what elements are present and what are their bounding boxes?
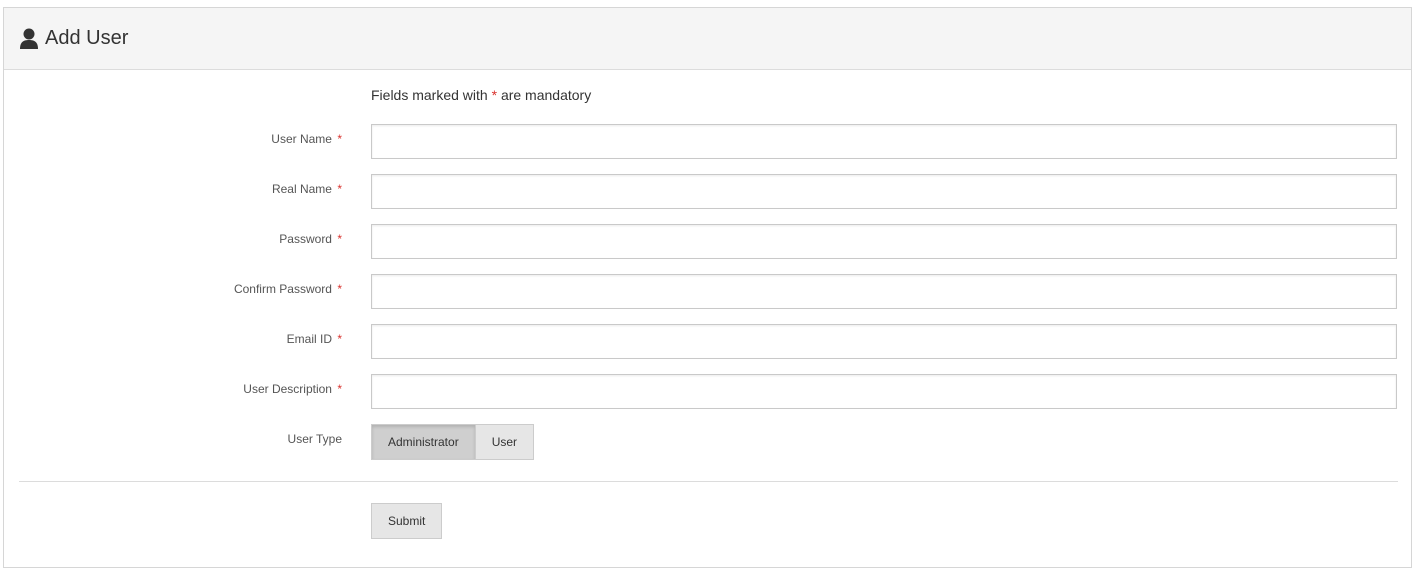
user-description-input[interactable] xyxy=(371,374,1397,409)
mandatory-note-suffix: are mandatory xyxy=(500,87,592,103)
email-input[interactable] xyxy=(371,324,1397,359)
user-type-row: User Type Administrator User xyxy=(4,424,1413,460)
user-name-row: User Name * xyxy=(4,124,1413,160)
password-input[interactable] xyxy=(371,224,1397,259)
user-name-label: User Name * xyxy=(271,132,342,146)
user-type-user-button[interactable]: User xyxy=(475,424,535,460)
confirm-password-row: Confirm Password * xyxy=(4,274,1413,310)
user-name-input[interactable] xyxy=(371,124,1397,159)
mandatory-note-star: * xyxy=(491,87,498,103)
user-type-toggle: Administrator User xyxy=(371,424,535,460)
email-row: Email ID * xyxy=(4,324,1413,360)
confirm-password-label: Confirm Password * xyxy=(233,282,342,296)
mandatory-note: Fields marked with * are mandatory xyxy=(371,87,591,103)
confirm-password-input[interactable] xyxy=(371,274,1397,309)
user-type-administrator-button[interactable]: Administrator xyxy=(371,424,476,460)
user-description-label: User Description * xyxy=(243,382,342,396)
password-row: Password * xyxy=(4,224,1413,260)
panel-header: Add User xyxy=(4,8,1411,70)
form-divider xyxy=(19,481,1398,482)
real-name-label: Real Name * xyxy=(271,182,342,196)
user-icon xyxy=(19,28,39,50)
user-description-row: User Description * xyxy=(4,374,1413,410)
user-type-label: User Type xyxy=(287,432,342,446)
mandatory-note-prefix: Fields marked with xyxy=(371,87,488,103)
add-user-panel: Add User Fields marked with * are mandat… xyxy=(3,7,1412,568)
submit-button[interactable]: Submit xyxy=(371,503,443,539)
real-name-row: Real Name * xyxy=(4,174,1413,210)
real-name-input[interactable] xyxy=(371,174,1397,209)
email-label: Email ID * xyxy=(286,332,342,346)
page-title: Add User xyxy=(45,27,129,49)
password-label: Password * xyxy=(279,232,342,246)
